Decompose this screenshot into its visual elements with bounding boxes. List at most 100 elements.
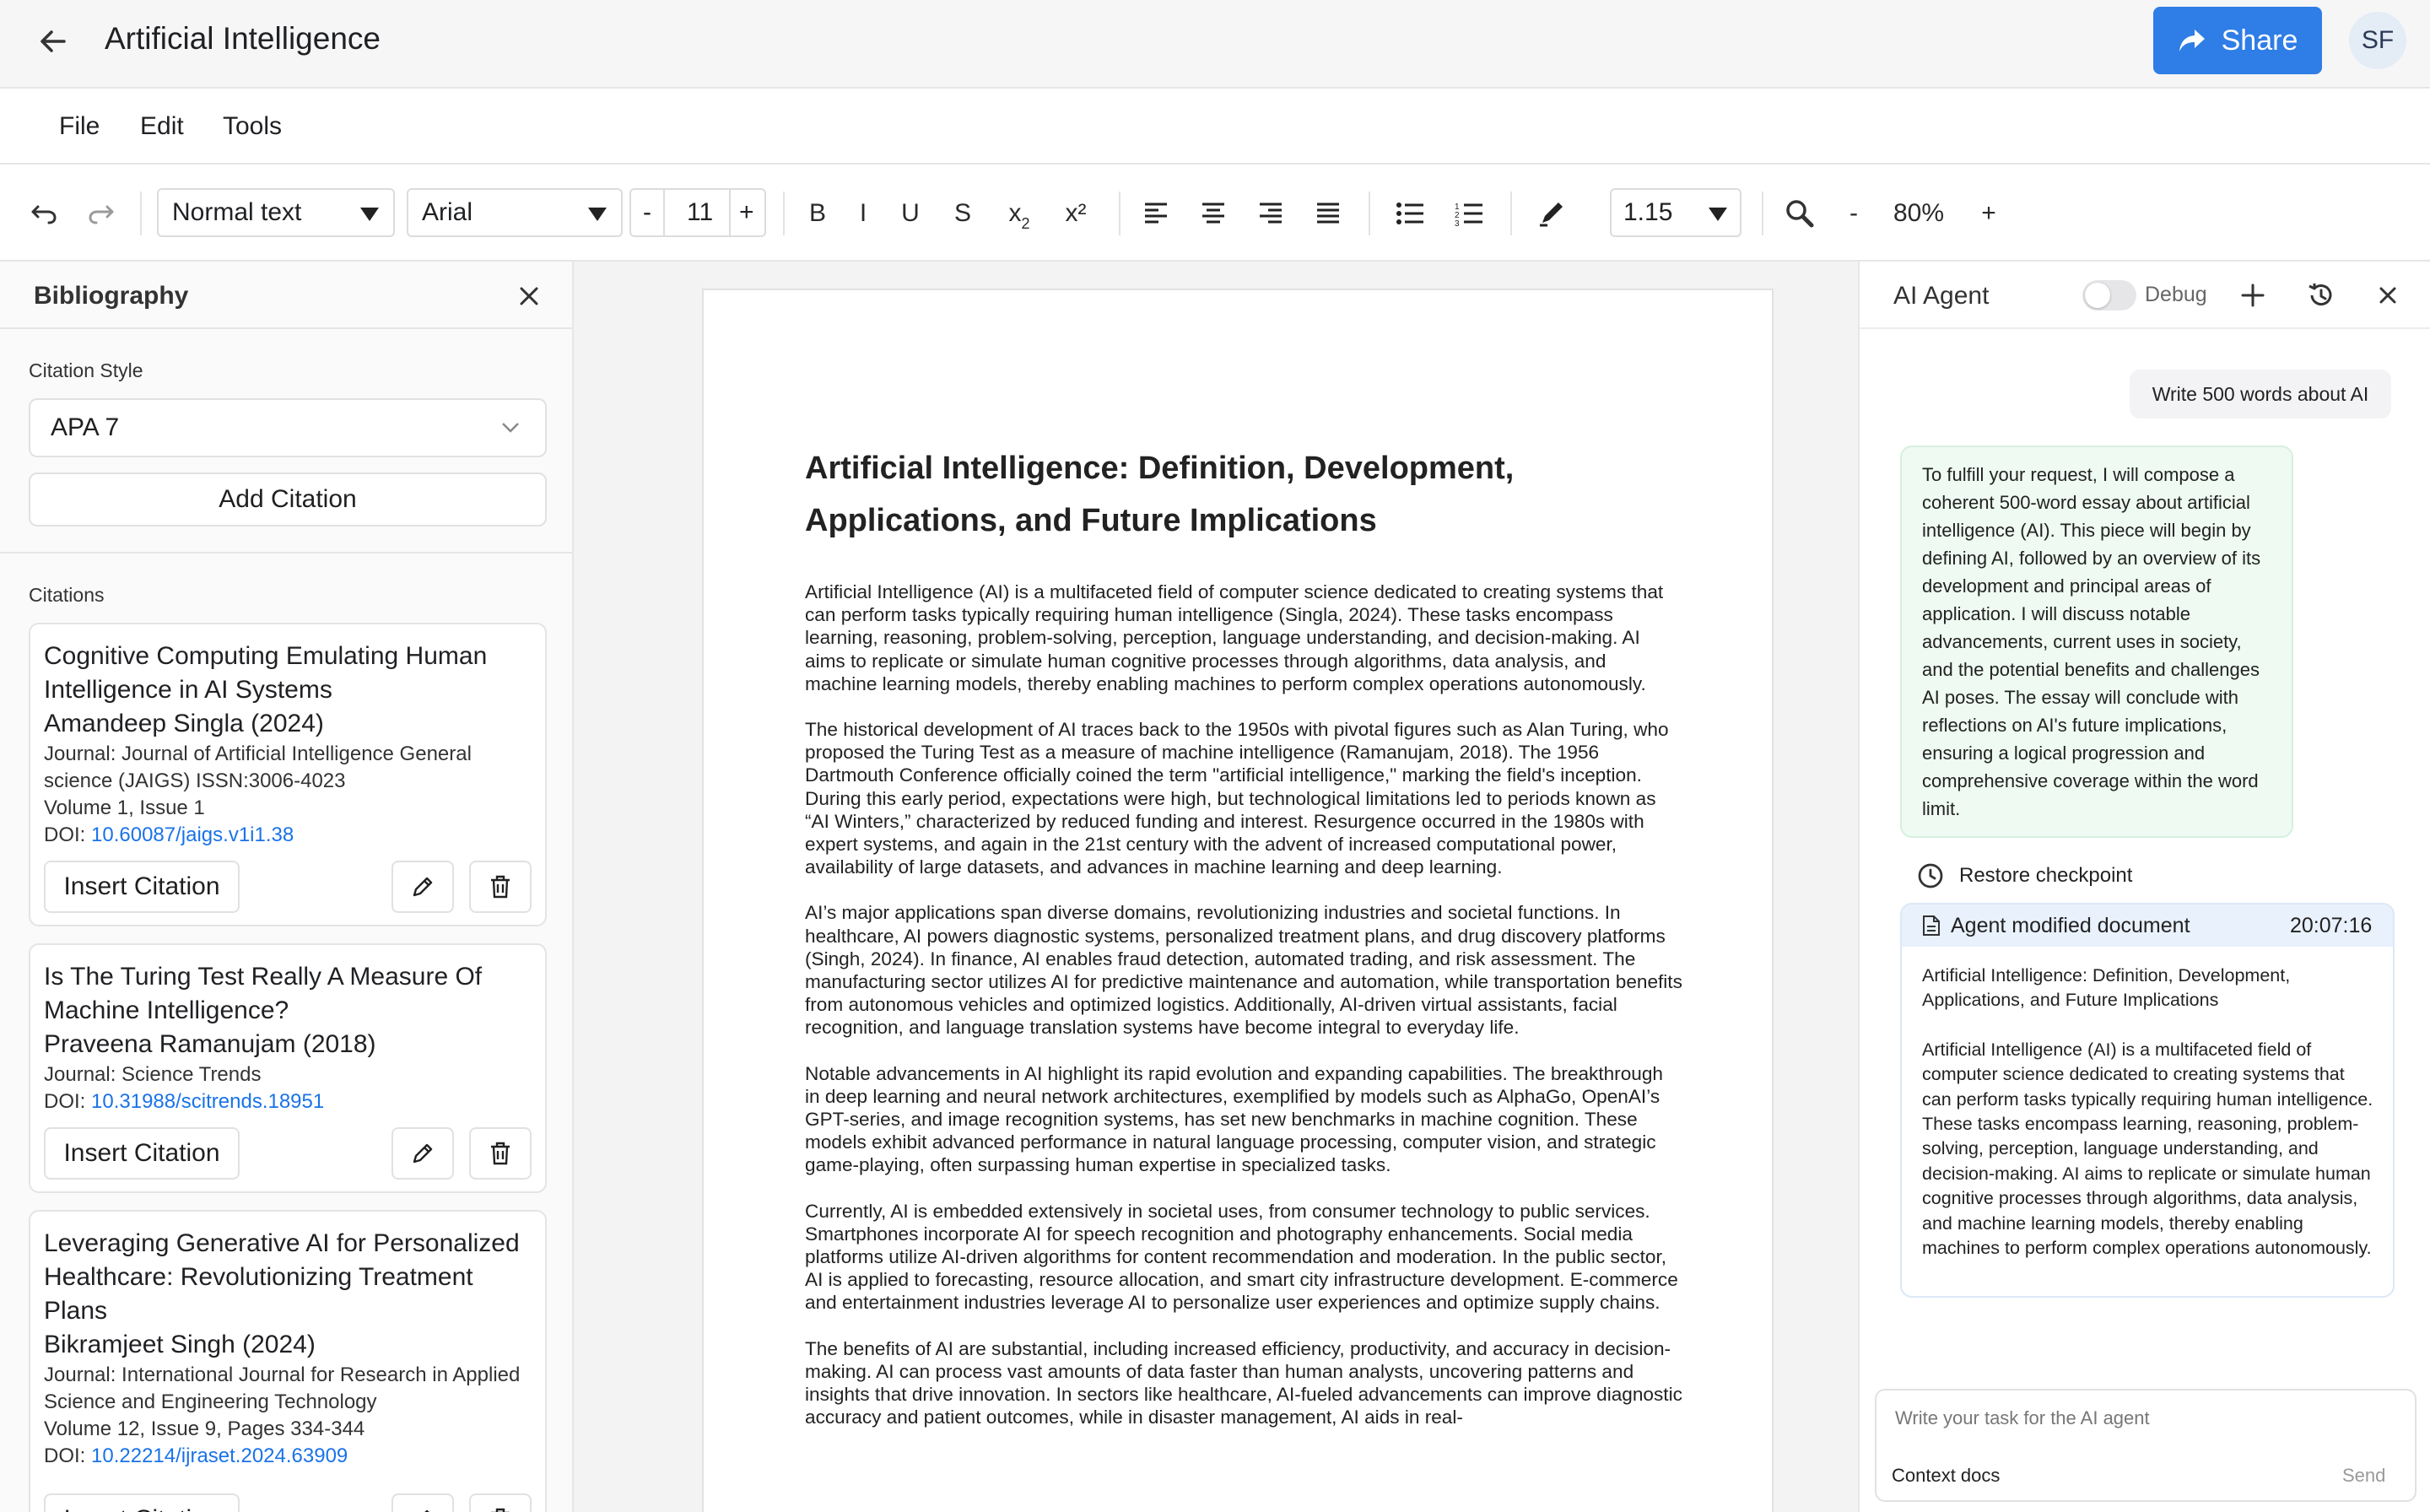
doi-link[interactable]: 10.22214/ijraset.2024.63909 [91,1444,348,1467]
numbered-list-icon[interactable]: 123 [1453,193,1485,234]
share-label: Share [2221,24,2298,57]
close-icon[interactable] [515,282,543,310]
zoom-level: 80% [1893,199,1945,227]
citation-title: Cognitive Computing Emulating Human Inte… [44,642,488,704]
plus-icon[interactable] [2238,280,2268,310]
trash-icon[interactable] [469,861,532,913]
superscript-button[interactable]: x² [1056,193,1095,234]
preview-body: Artificial Intelligence (AI) is a multif… [1922,1039,2373,1259]
agent-modification-preview: Artificial Intelligence: Definition, Dev… [1922,964,2378,1285]
citation-author: Amandeep Singla (2024) [44,710,324,737]
document-paragraph[interactable]: The historical development of AI traces … [805,718,1682,878]
share-button[interactable]: Share [2153,7,2322,74]
font-family-select[interactable]: Arial [407,188,623,237]
document-paragraph[interactable]: Notable advancements in AI highlight its… [805,1062,1682,1177]
align-justify-icon[interactable] [1313,193,1343,234]
align-right-icon[interactable] [1256,193,1286,234]
context-docs-button[interactable]: Context docs [1892,1465,2000,1487]
underline-button[interactable]: U [896,193,925,234]
debug-toggle[interactable] [2082,280,2136,310]
user-avatar[interactable]: SF [2349,12,2406,69]
citation-card: Cognitive Computing Emulating Human Inte… [29,623,547,926]
doi-link[interactable]: 10.60087/jaigs.v1i1.38 [91,824,294,846]
font-size-decrease-button[interactable]: - [643,198,651,227]
subscript-label: x [1008,199,1022,227]
document-body[interactable]: Artificial Intelligence (AI) is a multif… [805,580,1682,1452]
menu-file[interactable]: File [59,112,100,141]
dropdown-arrow-icon [1709,208,1727,221]
document-paragraph[interactable]: AI’s major applications span diverse dom… [805,901,1682,1039]
font-size-stepper: - 11 + [629,188,766,237]
font-size-increase-button[interactable]: + [739,198,754,227]
stepper-divider [729,188,731,237]
document-heading[interactable]: Artificial Intelligence: Definition, Dev… [805,442,1666,547]
zoom-in-button[interactable]: + [1976,193,2001,234]
trash-icon[interactable] [469,1127,532,1180]
ai-message-bubble: To fulfill your request, I will compose … [1900,446,2293,838]
formatting-toolbar: Normal text Arial - 11 + B I U S x2 x² 1… [0,165,2430,262]
document-paragraph[interactable]: Artificial Intelligence (AI) is a multif… [805,580,1682,695]
doi-label: DOI: [44,824,86,846]
undo-icon[interactable] [25,193,62,234]
document-title[interactable]: Artificial Intelligence [105,21,381,57]
ai-agent-header: AI Agent Debug [1860,262,2430,329]
ai-agent-panel: AI Agent Debug Write 500 words about AI … [1858,262,2430,1512]
insert-citation-button[interactable]: Insert Citation [44,861,240,913]
insert-citation-button[interactable]: Insert Citation [44,1127,240,1180]
task-input[interactable] [1895,1407,2393,1429]
history-icon[interactable] [2305,280,2336,310]
align-center-icon[interactable] [1198,193,1228,234]
agent-modification-header[interactable]: Agent modified document 20:07:16 [1902,904,2393,947]
edit-pencil-icon[interactable] [392,861,454,913]
zoom-out-button[interactable]: - [1841,193,1866,234]
doi-label: DOI: [44,1090,86,1113]
citation-style-select[interactable]: APA 7 [29,398,547,457]
toolbar-separator [1510,192,1512,235]
toolbar-separator [1762,192,1763,235]
document-paragraph[interactable]: The benefits of AI are substantial, incl… [805,1337,1682,1429]
svg-text:3: 3 [1455,219,1460,226]
toolbar-separator [1369,192,1370,235]
trash-icon[interactable] [469,1493,532,1512]
font-size-value[interactable]: 11 [687,198,713,227]
citation-title: Leveraging Generative AI for Personalize… [44,1229,520,1325]
bullet-list-icon[interactable] [1394,193,1426,234]
share-icon [2179,30,2205,51]
bibliography-title: Bibliography [34,282,189,310]
menu-tools[interactable]: Tools [223,112,282,141]
align-left-icon[interactable] [1141,193,1171,234]
strikethrough-button[interactable]: S [948,193,977,234]
edit-pencil-icon[interactable] [392,1127,454,1180]
highlight-pen-icon[interactable] [1536,193,1568,234]
ai-agent-title: AI Agent [1893,282,1990,310]
redo-icon[interactable] [83,193,120,234]
subscript-button[interactable]: x2 [1002,193,1036,234]
citations-label: Citations [29,584,105,606]
toolbar-separator [140,192,142,235]
close-icon[interactable] [2373,280,2403,310]
debug-label: Debug [2145,283,2207,306]
citation-volume: Volume 1, Issue 1 [44,796,205,819]
add-citation-button[interactable]: Add Citation [29,472,547,526]
bold-button[interactable]: B [803,193,832,234]
insert-citation-button[interactable]: Insert Citation [44,1493,240,1512]
restore-checkpoint-label: Restore checkpoint [1959,864,2133,887]
paragraph-style-select[interactable]: Normal text [157,188,395,237]
document-page[interactable]: Artificial Intelligence: Definition, Dev… [702,289,1774,1512]
italic-button[interactable]: I [850,193,876,234]
document-paragraph[interactable]: Currently, AI is embedded extensively in… [805,1200,1682,1315]
edit-pencil-icon[interactable] [392,1493,454,1512]
citation-card: Leveraging Generative AI for Personalize… [29,1210,547,1512]
divider [0,552,572,554]
doi-label: DOI: [44,1444,86,1467]
restore-checkpoint-button[interactable]: Restore checkpoint [1917,862,2132,889]
agent-modified-time: 20:07:16 [2290,914,2373,937]
menu-edit[interactable]: Edit [140,112,184,141]
back-arrow-icon[interactable] [34,22,73,61]
zoom-search-icon[interactable] [1784,193,1816,234]
bibliography-panel: Bibliography Citation Style APA 7 Add Ci… [0,262,574,1512]
line-spacing-select[interactable]: 1.15 [1610,188,1742,237]
doi-link[interactable]: 10.31988/scitrends.18951 [91,1090,324,1113]
send-button[interactable]: Send [2342,1465,2385,1487]
citation-author: Praveena Ramanujam (2018) [44,1030,376,1058]
